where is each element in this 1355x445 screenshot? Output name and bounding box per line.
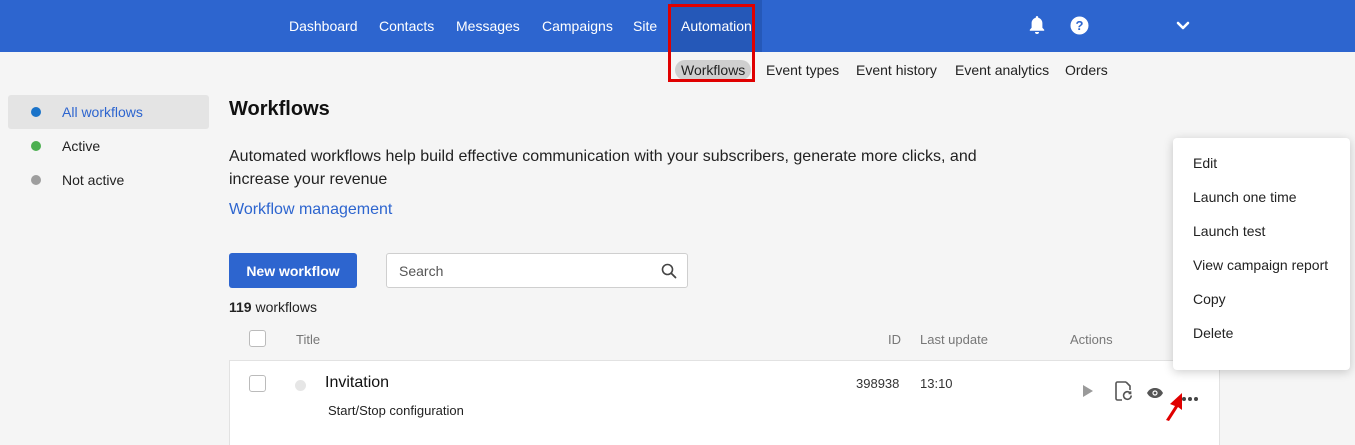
cursor-arrow-icon (1163, 392, 1185, 427)
search-input[interactable] (399, 262, 649, 280)
subnav-event-history[interactable]: Event history (856, 60, 937, 80)
document-refresh-icon[interactable] (1114, 381, 1134, 408)
menu-item-launch-one-time[interactable]: Launch one time (1193, 189, 1297, 205)
sidebar-item-active[interactable]: Active (8, 129, 209, 163)
subnav-event-analytics[interactable]: Event analytics (955, 60, 1049, 80)
actions-dropdown-menu: Edit Launch one time Launch test View ca… (1173, 138, 1350, 370)
svg-text:?: ? (1076, 18, 1084, 33)
sidebar-item-all-workflows[interactable]: All workflows (8, 95, 209, 129)
select-all-checkbox[interactable] (249, 330, 266, 347)
sidebar-item-label: Active (62, 138, 101, 154)
menu-item-edit[interactable]: Edit (1193, 155, 1217, 171)
column-header-actions: Actions (1070, 332, 1113, 347)
column-header-last-update: Last update (920, 332, 988, 347)
workflow-count-label: workflows (255, 299, 317, 315)
help-icon[interactable]: ? (1070, 16, 1089, 40)
column-header-id: ID (888, 332, 901, 347)
top-navigation-bar: Dashboard Contacts Messages Campaigns Si… (0, 0, 1355, 52)
nav-contacts[interactable]: Contacts (379, 0, 434, 52)
menu-item-launch-test[interactable]: Launch test (1193, 223, 1265, 239)
row-title[interactable]: Invitation (325, 374, 389, 392)
status-dot-green (31, 141, 41, 151)
workflow-count: 119 workflows (229, 299, 317, 315)
nav-automation[interactable]: Automation (671, 0, 762, 52)
search-box (386, 253, 688, 288)
status-dot-blue (31, 107, 41, 117)
workflow-management-link[interactable]: Workflow management (229, 201, 392, 219)
play-icon[interactable] (1082, 384, 1094, 403)
nav-site[interactable]: Site (633, 0, 657, 52)
page-title: Workflows (229, 98, 330, 120)
chevron-down-icon[interactable] (1176, 19, 1190, 37)
row-subtitle: Start/Stop configuration (328, 403, 464, 418)
menu-item-delete[interactable]: Delete (1193, 325, 1233, 341)
new-workflow-button[interactable]: New workflow (229, 253, 357, 288)
nav-messages[interactable]: Messages (456, 0, 520, 52)
row-checkbox[interactable] (249, 375, 266, 392)
menu-item-view-campaign-report[interactable]: View campaign report (1193, 257, 1328, 273)
menu-item-copy[interactable]: Copy (1193, 291, 1226, 307)
sidebar-item-not-active[interactable]: Not active (8, 163, 209, 197)
row-id: 398938 (856, 376, 900, 391)
eye-icon[interactable] (1146, 386, 1164, 404)
subnav-event-types[interactable]: Event types (766, 60, 839, 80)
page-description: Automated workflows help build effective… (229, 148, 977, 188)
row-last-update: 13:10 (920, 376, 953, 391)
sidebar-item-label: Not active (62, 172, 125, 188)
workflow-count-number: 119 (229, 299, 252, 315)
nav-dashboard[interactable]: Dashboard (289, 0, 358, 52)
row-status-dot (295, 380, 306, 391)
column-header-title: Title (296, 332, 321, 347)
subnav-workflows[interactable]: Workflows (675, 60, 752, 80)
sidebar-item-label: All workflows (62, 104, 143, 120)
subnav-orders[interactable]: Orders (1065, 60, 1108, 80)
status-dot-grey (31, 175, 41, 185)
nav-campaigns[interactable]: Campaigns (542, 0, 613, 52)
search-icon[interactable] (661, 263, 677, 284)
bell-icon[interactable] (1028, 15, 1046, 40)
